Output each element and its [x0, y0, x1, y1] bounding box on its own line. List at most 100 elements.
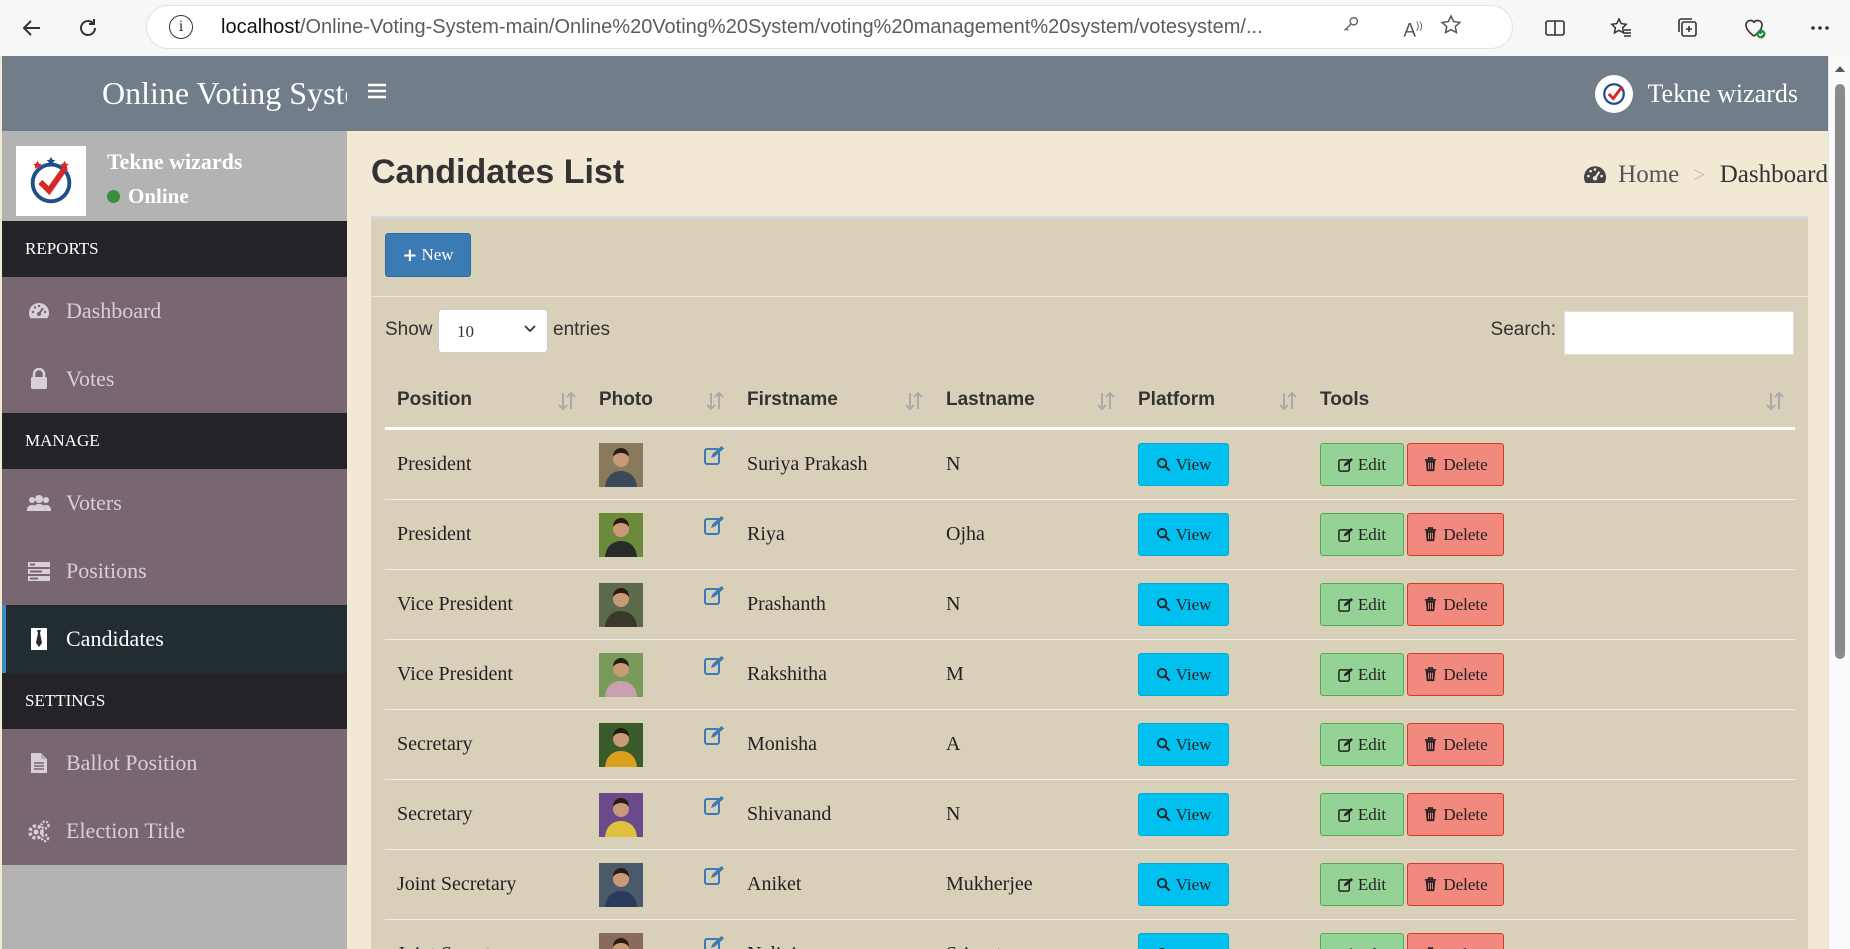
users-icon: [27, 491, 51, 515]
new-candidate-button[interactable]: + New: [385, 233, 471, 277]
refresh-icon[interactable]: [70, 10, 106, 46]
candidate-photo: [599, 512, 643, 557]
sidebar-item-label: Positions: [66, 558, 147, 583]
view-platform-button[interactable]: View: [1138, 513, 1229, 556]
sidebar-item-candidates[interactable]: Candidates: [2, 605, 347, 673]
entries-label: entries: [553, 319, 611, 340]
edit-button[interactable]: Edit: [1320, 933, 1404, 949]
search-input[interactable]: [1564, 311, 1794, 355]
view-label: View: [1175, 804, 1212, 824]
sidebar-item-voters[interactable]: Voters: [2, 469, 347, 537]
view-platform-button[interactable]: View: [1138, 933, 1229, 949]
address-bar[interactable]: i localhost/Online-Voting-System-main/On…: [147, 6, 1512, 48]
view-platform-button[interactable]: View: [1138, 863, 1229, 906]
sidebar-item-positions[interactable]: Positions: [2, 537, 347, 605]
cell-platform: View: [1126, 779, 1308, 850]
read-aloud-icon[interactable]: A)): [1399, 13, 1427, 41]
edit-button[interactable]: Edit: [1320, 443, 1404, 486]
edit-photo-icon[interactable]: [703, 654, 725, 676]
favorites-icon[interactable]: [1603, 10, 1639, 46]
view-platform-button[interactable]: View: [1138, 443, 1229, 486]
cell-lastname: Mukherjee: [934, 849, 1126, 920]
split-screen-icon[interactable]: [1537, 10, 1573, 46]
edit-icon: [1338, 597, 1353, 612]
delete-button[interactable]: Delete: [1407, 583, 1504, 626]
cell-lastname: Ojha: [934, 499, 1126, 570]
back-icon[interactable]: [14, 10, 50, 46]
more-options-icon[interactable]: [1802, 10, 1838, 46]
breadcrumb-home[interactable]: Home: [1582, 161, 1679, 189]
chevron-down-icon: [524, 325, 536, 333]
edit-photo-icon[interactable]: [703, 864, 725, 886]
edit-photo-icon[interactable]: [703, 444, 725, 466]
key-icon[interactable]: [1337, 13, 1365, 41]
delete-button[interactable]: Delete: [1407, 653, 1504, 696]
edit-photo-icon[interactable]: [703, 514, 725, 536]
sort-icon: [1766, 391, 1784, 411]
favorite-star-icon[interactable]: [1437, 13, 1465, 41]
edit-button[interactable]: Edit: [1320, 863, 1404, 906]
delete-button[interactable]: Delete: [1407, 513, 1504, 556]
edit-photo-icon[interactable]: [703, 934, 725, 949]
sidebar-item-ballot-position[interactable]: Ballot Position: [2, 729, 347, 797]
collections-icon[interactable]: [1670, 10, 1706, 46]
edit-icon: [1338, 877, 1353, 892]
scrollbar-thumb[interactable]: [1835, 84, 1845, 659]
delete-button[interactable]: Delete: [1407, 793, 1504, 836]
brand-logo[interactable]: Online Voting System: [2, 56, 347, 131]
view-platform-button[interactable]: View: [1138, 793, 1229, 836]
delete-button[interactable]: Delete: [1407, 933, 1504, 949]
sidebar-toggle-icon[interactable]: [367, 80, 391, 106]
view-label: View: [1175, 454, 1212, 474]
cell-photo: [587, 709, 735, 780]
column-header-position[interactable]: Position: [385, 373, 587, 430]
scroll-up-arrow-icon[interactable]: [1833, 62, 1847, 76]
edit-button[interactable]: Edit: [1320, 793, 1404, 836]
cell-firstname: Suriya Prakash: [735, 428, 934, 500]
column-header-tools[interactable]: Tools: [1308, 373, 1795, 430]
edit-photo-icon[interactable]: [703, 794, 725, 816]
candidate-photo: [599, 932, 643, 949]
user-menu[interactable]: Tekne wizards: [1595, 56, 1798, 131]
cell-photo: [587, 569, 735, 640]
delete-button[interactable]: Delete: [1407, 863, 1504, 906]
view-label: View: [1176, 945, 1212, 949]
cell-tools: Edit Delete: [1308, 428, 1795, 500]
edit-button[interactable]: Edit: [1320, 513, 1404, 556]
sidebar-item-election-title[interactable]: Election Title: [2, 797, 347, 865]
url-text[interactable]: localhost/Online-Voting-System-main/Onli…: [221, 6, 1309, 48]
table-header-row: Position Photo Firstname Lastname Platfo…: [385, 373, 1795, 430]
column-header-platform[interactable]: Platform: [1126, 373, 1308, 430]
sidebar: Tekne wizards Online REPORTS Dashboard V…: [2, 131, 347, 949]
trash-icon: [1425, 807, 1437, 822]
trash-icon: [1425, 877, 1437, 892]
column-header-photo[interactable]: Photo: [587, 373, 735, 430]
cell-lastname: Srivastava: [934, 919, 1126, 949]
sidebar-item-votes[interactable]: Votes: [2, 345, 347, 413]
breadcrumb-current: Dashboard: [1719, 161, 1828, 188]
health-heart-icon[interactable]: [1736, 10, 1772, 46]
column-header-lastname[interactable]: Lastname: [934, 373, 1126, 430]
trash-icon: [1425, 667, 1437, 682]
cell-position: President: [385, 428, 587, 500]
candidate-photo: [599, 792, 643, 837]
sidebar-item-dashboard[interactable]: Dashboard: [2, 277, 347, 345]
edit-button[interactable]: Edit: [1320, 583, 1404, 626]
edit-photo-icon[interactable]: [703, 584, 725, 606]
delete-button[interactable]: Delete: [1407, 723, 1504, 766]
delete-button[interactable]: Delete: [1407, 443, 1504, 486]
edit-photo-icon[interactable]: [703, 724, 725, 746]
edit-button[interactable]: Edit: [1320, 723, 1404, 766]
view-platform-button[interactable]: View: [1138, 723, 1229, 766]
box-header: + New: [371, 219, 1808, 297]
delete-label: Delete: [1443, 454, 1488, 474]
site-info-icon[interactable]: i: [169, 15, 193, 39]
view-platform-button[interactable]: View: [1138, 583, 1229, 626]
edit-button[interactable]: Edit: [1320, 653, 1404, 696]
cell-tools: Edit Delete: [1308, 779, 1795, 850]
view-platform-button[interactable]: View: [1138, 653, 1229, 696]
column-header-firstname[interactable]: Firstname: [735, 373, 934, 430]
entries-length-select[interactable]: 10: [438, 309, 548, 353]
edit-icon: [1338, 807, 1353, 822]
page-scrollbar[interactable]: [1828, 56, 1850, 949]
